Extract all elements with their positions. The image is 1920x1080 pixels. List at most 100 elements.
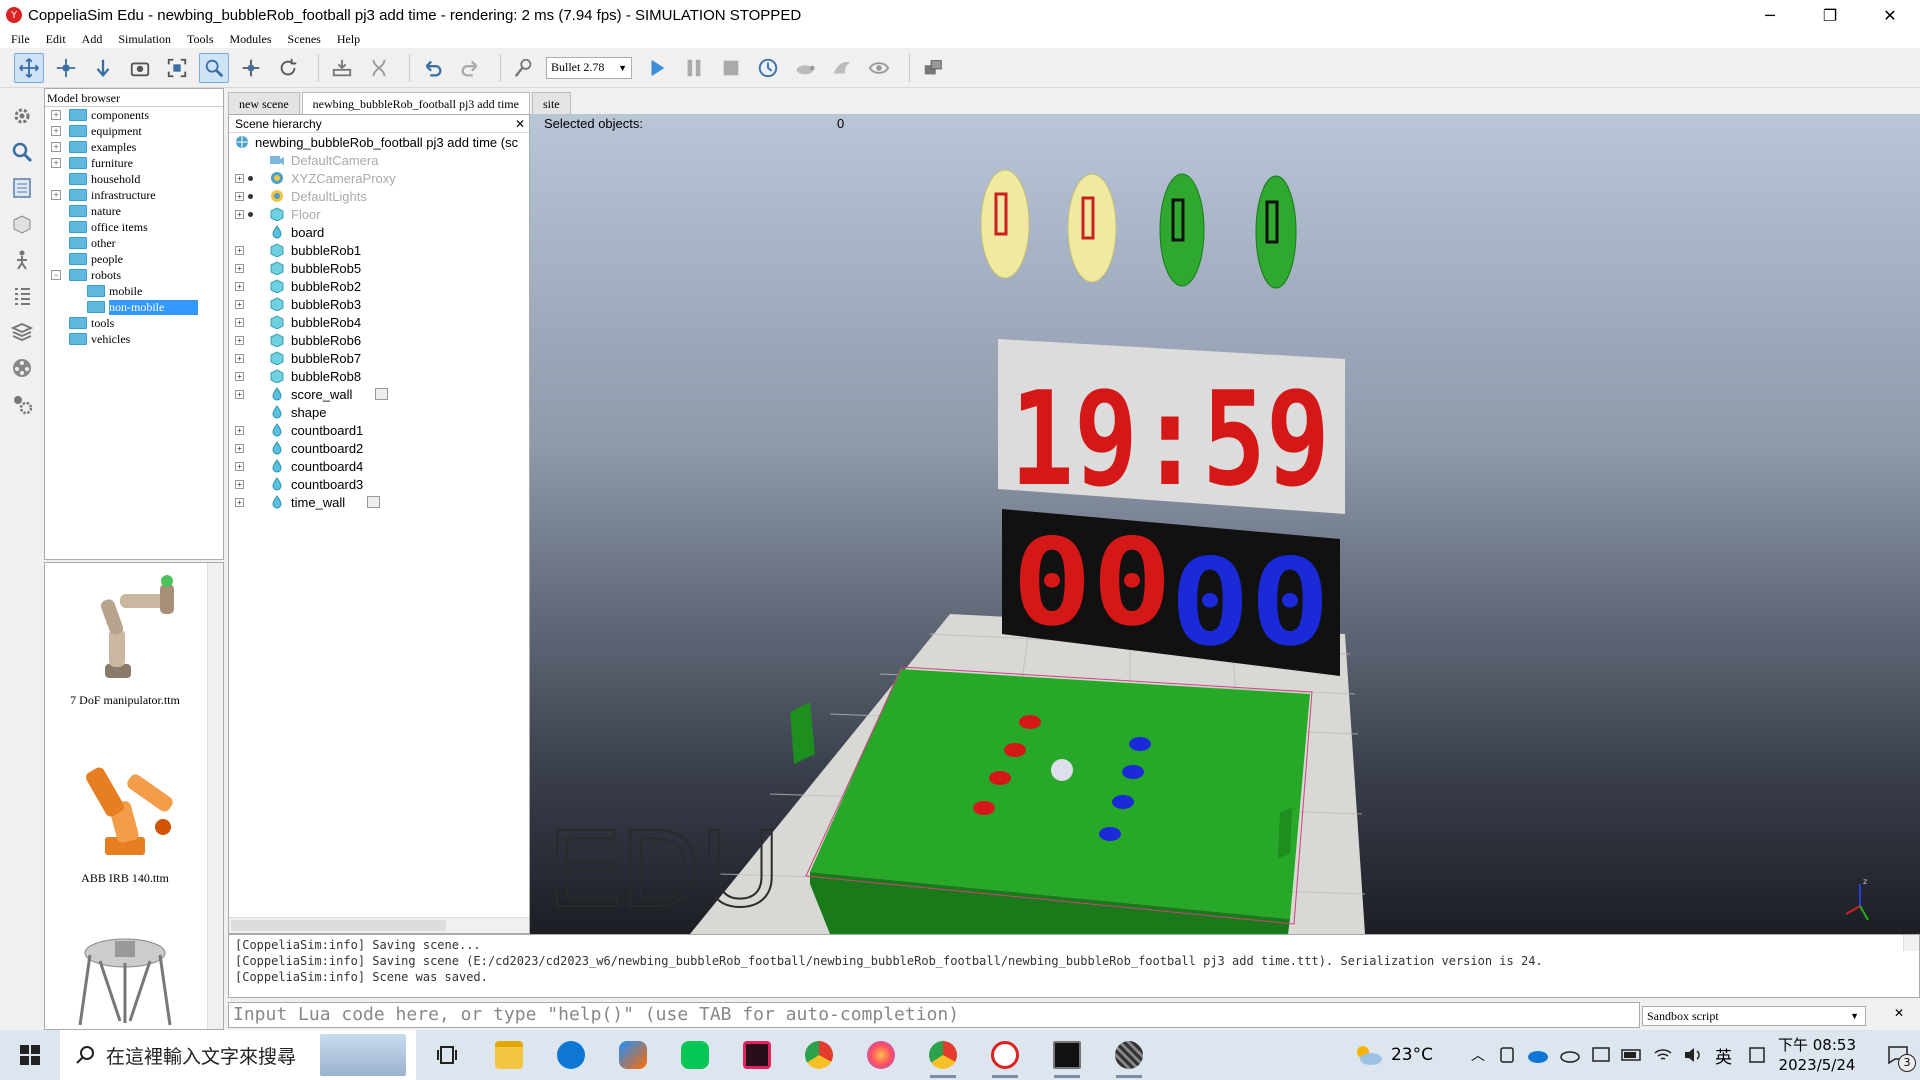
restore-button[interactable]: ❐: [1800, 0, 1860, 30]
network-share-icon[interactable]: [1591, 1045, 1611, 1065]
expand-toggle-icon[interactable]: +: [235, 191, 244, 201]
pause-simulation-icon[interactable]: [679, 53, 709, 83]
fit-to-view-icon[interactable]: [162, 53, 192, 83]
menu-add[interactable]: Add: [71, 30, 108, 48]
menu-edit[interactable]: Edit: [35, 30, 71, 48]
hierarchy-item[interactable]: + Floor: [229, 205, 529, 223]
start-simulation-icon[interactable]: [642, 53, 672, 83]
firefox-icon[interactable]: [850, 1030, 912, 1080]
hierarchy-item[interactable]: + bubbleRob5: [229, 259, 529, 277]
model-folder-item[interactable]: office items: [45, 219, 223, 235]
script-icon[interactable]: [367, 496, 381, 508]
taskbar-clock[interactable]: 下午 08:53 2023/5/24: [1778, 1035, 1856, 1075]
physics-engine-select[interactable]: Bullet 2.78 ▼: [546, 56, 632, 79]
model-folder-item[interactable]: + equipment: [45, 123, 223, 139]
expand-toggle-icon[interactable]: +: [235, 353, 244, 363]
model-folder-item[interactable]: − robots: [45, 267, 223, 283]
hierarchy-item[interactable]: + score_wall: [229, 385, 529, 403]
battery-icon[interactable]: [1621, 1047, 1643, 1063]
menu-help[interactable]: Help: [326, 30, 365, 48]
expand-toggle-icon[interactable]: +: [235, 497, 244, 507]
object-rotate-icon[interactable]: [273, 53, 303, 83]
script-icon[interactable]: [375, 388, 388, 400]
hierarchy-item[interactable]: + XYZCameraProxy: [229, 169, 529, 187]
video-recorder-icon[interactable]: [8, 354, 36, 382]
model-folder-item[interactable]: people: [45, 251, 223, 267]
volume-icon[interactable]: [1683, 1046, 1703, 1064]
real-time-icon[interactable]: [753, 53, 783, 83]
hierarchy-item[interactable]: + countboard1: [229, 421, 529, 439]
hierarchy-item[interactable]: DefaultCamera: [229, 151, 529, 169]
expand-toggle-icon[interactable]: +: [51, 126, 61, 136]
expand-toggle-icon[interactable]: +: [235, 389, 244, 399]
chrome-profile-icon[interactable]: [912, 1030, 974, 1080]
tab-current-scene[interactable]: newbing_bubbleRob_football pj3 add time: [301, 92, 530, 114]
expand-toggle-icon[interactable]: +: [235, 479, 244, 489]
chevron-up-icon[interactable]: ︿: [1471, 1045, 1485, 1065]
model-folder-item[interactable]: non-mobile: [45, 299, 223, 315]
expand-toggle-icon[interactable]: +: [235, 281, 244, 291]
model-folder-item[interactable]: + components: [45, 107, 223, 123]
expand-toggle-icon[interactable]: +: [235, 425, 244, 435]
hierarchy-item[interactable]: + bubbleRob6: [229, 331, 529, 349]
line-icon[interactable]: [664, 1030, 726, 1080]
thumbnails-scrollbar[interactable]: [207, 563, 223, 1029]
ime-mode-icon[interactable]: [1748, 1046, 1766, 1064]
scene-settings-icon[interactable]: [8, 102, 36, 130]
scripts-icon[interactable]: [8, 246, 36, 274]
user-settings-icon[interactable]: [8, 390, 36, 418]
model-folder-item[interactable]: mobile: [45, 283, 223, 299]
menu-simulation[interactable]: Simulation: [107, 30, 176, 48]
assemble-icon[interactable]: [327, 53, 357, 83]
expand-toggle-icon[interactable]: +: [235, 335, 244, 345]
expand-toggle-icon[interactable]: +: [235, 299, 244, 309]
model-folder-item[interactable]: other: [45, 235, 223, 251]
start-button[interactable]: [0, 1030, 60, 1080]
menu-scenes[interactable]: Scenes: [277, 30, 326, 48]
hierarchy-item[interactable]: + countboard4: [229, 457, 529, 475]
object-shift-icon[interactable]: [236, 53, 266, 83]
expand-toggle-icon[interactable]: +: [51, 142, 61, 152]
model-folder-item[interactable]: nature: [45, 203, 223, 219]
onedrive-icon[interactable]: [1527, 1046, 1549, 1064]
expand-toggle-icon[interactable]: +: [235, 209, 244, 219]
model-thumbnail[interactable]: [45, 923, 205, 1029]
menu-file[interactable]: File: [0, 30, 35, 48]
chrome-icon[interactable]: [788, 1030, 850, 1080]
input-method-indicator[interactable]: 英: [1715, 1043, 1732, 1068]
hierarchy-root[interactable]: newbing_bubbleRob_football pj3 add time …: [229, 133, 529, 151]
expand-toggle-icon[interactable]: +: [51, 190, 61, 200]
expand-toggle-icon[interactable]: +: [235, 461, 244, 471]
speed-up-icon[interactable]: [827, 53, 857, 83]
notification-center-icon[interactable]: 3: [1876, 1030, 1920, 1080]
expand-toggle-icon[interactable]: +: [51, 110, 61, 120]
hierarchy-item[interactable]: + countboard3: [229, 475, 529, 493]
redo-icon[interactable]: [455, 53, 485, 83]
slow-down-icon[interactable]: [790, 53, 820, 83]
menu-tools[interactable]: Tools: [176, 30, 219, 48]
hierarchy-item[interactable]: + bubbleRob4: [229, 313, 529, 331]
tab-site[interactable]: site: [531, 92, 571, 114]
media-icon[interactable]: [726, 1030, 788, 1080]
expand-toggle-icon[interactable]: +: [51, 158, 61, 168]
stop-simulation-icon[interactable]: [716, 53, 746, 83]
scene-viewport[interactable]: Selected objects: 0 00 00 19:59 EDU z: [530, 114, 1920, 934]
coppeliasim-icon[interactable]: [974, 1030, 1036, 1080]
undo-icon[interactable]: [418, 53, 448, 83]
hierarchy-item[interactable]: shape: [229, 403, 529, 421]
collections-icon[interactable]: [8, 210, 36, 238]
cloud-icon[interactable]: [1559, 1046, 1581, 1064]
camera-pan-icon[interactable]: [14, 52, 44, 83]
edge-icon[interactable]: [540, 1030, 602, 1080]
close-button[interactable]: ✕: [1860, 0, 1920, 30]
minimize-button[interactable]: ─: [1740, 0, 1800, 30]
camera-rotate-icon[interactable]: [51, 53, 81, 83]
object-select-icon[interactable]: [199, 52, 229, 83]
weather-icon[interactable]: [1353, 1043, 1383, 1067]
console-scrollbar[interactable]: [1903, 935, 1919, 951]
hierarchy-item[interactable]: + bubbleRob8: [229, 367, 529, 385]
hierarchy-item[interactable]: + countboard2: [229, 439, 529, 457]
shapes-edit-icon[interactable]: [8, 282, 36, 310]
visualization-icon[interactable]: [864, 53, 894, 83]
expand-toggle-icon[interactable]: −: [51, 270, 61, 280]
